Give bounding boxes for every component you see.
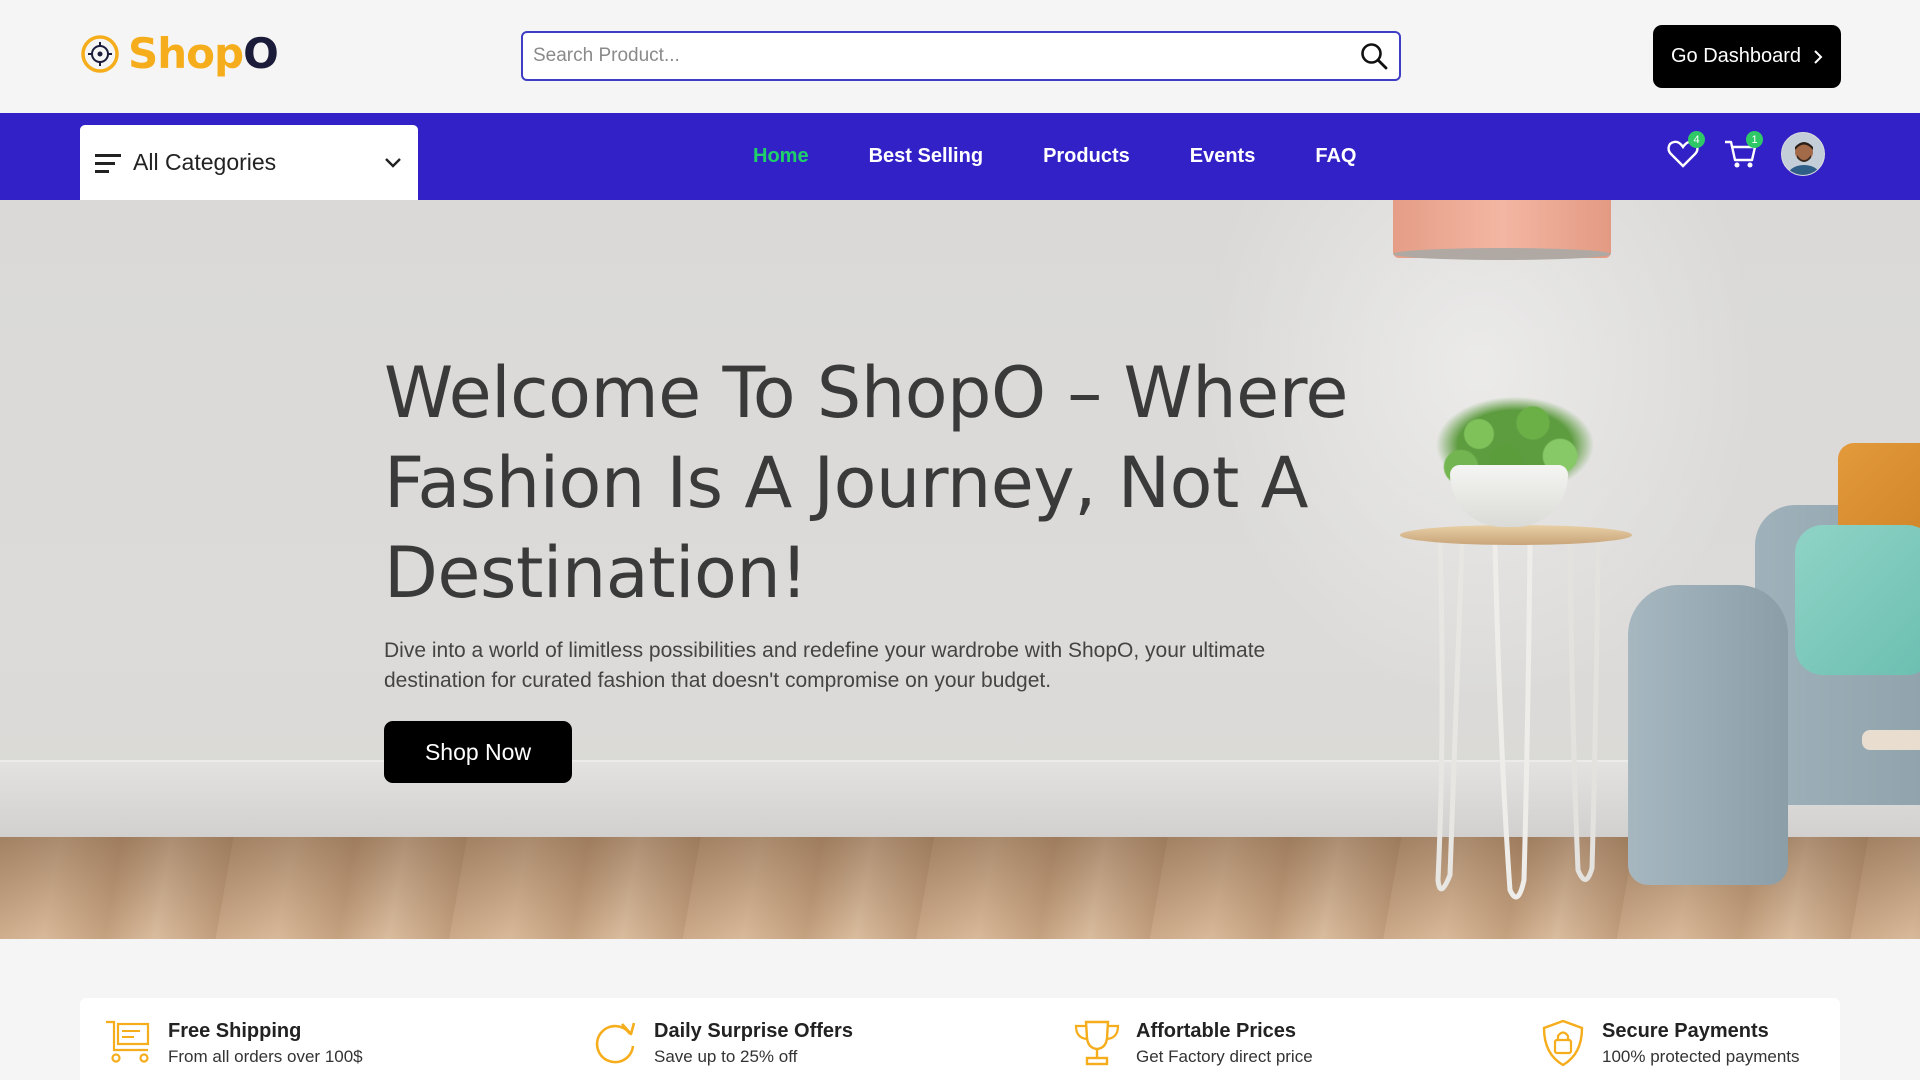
- feature-title: Daily Surprise Offers: [654, 1020, 853, 1042]
- nav-link-best-selling[interactable]: Best Selling: [869, 145, 983, 168]
- logo-text-main: Shop: [128, 29, 244, 78]
- nav-link-events[interactable]: Events: [1190, 145, 1256, 168]
- go-dashboard-button[interactable]: Go Dashboard: [1653, 25, 1841, 88]
- search-button[interactable]: [1349, 33, 1399, 79]
- hero-title: Welcome To ShopO – Where Fashion Is A Jo…: [384, 352, 1349, 614]
- search-bar: [521, 31, 1401, 81]
- all-categories-dropdown[interactable]: All Categories: [80, 125, 418, 200]
- sofa-arm: [1628, 585, 1788, 885]
- shop-now-button[interactable]: Shop Now: [384, 721, 572, 783]
- nav-icons: 4 1: [1665, 131, 1825, 176]
- logo[interactable]: ShopO: [80, 29, 279, 78]
- feature-free-shipping: Free Shipping From all orders over 100$: [104, 1018, 363, 1070]
- menu-icon: [95, 153, 121, 173]
- feature-affortable-prices: Affortable Prices Get Factory direct pri…: [1072, 1018, 1313, 1070]
- side-table-top: [1400, 525, 1632, 545]
- small-side-table: [1862, 730, 1920, 750]
- main-navbar: All Categories Home Best Selling Product…: [0, 113, 1920, 200]
- top-header: ShopO Go Dashboard: [0, 0, 1920, 113]
- feature-title: Secure Payments: [1602, 1020, 1769, 1042]
- search-icon: [1361, 43, 1388, 70]
- all-categories-label: All Categories: [133, 149, 277, 175]
- refresh-icon: [595, 1022, 636, 1064]
- wishlist-button[interactable]: 4: [1665, 131, 1705, 172]
- nav-links: Home Best Selling Products Events FAQ: [753, 113, 1416, 200]
- search-input[interactable]: [523, 33, 1349, 79]
- feature-subtitle: Get Factory direct price: [1136, 1047, 1313, 1066]
- wishlist-count-badge: 4: [1688, 131, 1705, 148]
- cart-button[interactable]: 1: [1723, 131, 1763, 172]
- feature-title: Affortable Prices: [1136, 1020, 1297, 1042]
- logo-text: ShopO: [128, 29, 279, 78]
- hero-subtitle: Dive into a world of limitless possibili…: [384, 639, 1266, 692]
- feature-subtitle: From all orders over 100$: [168, 1047, 363, 1066]
- trophy-icon: [1074, 1020, 1120, 1066]
- feature-title: Free Shipping: [168, 1020, 302, 1042]
- cart-icon: [106, 1020, 150, 1063]
- feature-daily-offers: Daily Surprise Offers Save up to 25% off: [590, 1018, 853, 1070]
- nav-link-products[interactable]: Products: [1043, 145, 1130, 168]
- go-dashboard-label: Go Dashboard: [1670, 45, 1802, 67]
- side-table-legs: [1435, 539, 1601, 900]
- nav-link-faq[interactable]: FAQ: [1315, 145, 1356, 168]
- feature-secure-payments: Secure Payments 100% protected payments: [1538, 1018, 1800, 1070]
- hero-banner: Welcome To ShopO – Where Fashion Is A Jo…: [0, 200, 1920, 939]
- chevron-down-icon: [385, 157, 401, 168]
- user-photo-icon: [1782, 133, 1824, 175]
- cart-count-badge: 1: [1746, 131, 1763, 148]
- features-strip: Free Shipping From all orders over 100$ …: [80, 998, 1840, 1080]
- feature-subtitle: 100% protected payments: [1602, 1047, 1800, 1066]
- chevron-right-icon: [1814, 49, 1823, 64]
- pendant-lamp-rim: [1393, 248, 1611, 260]
- user-avatar[interactable]: [1781, 132, 1825, 176]
- teal-pillow: [1795, 525, 1920, 675]
- shield-lock-icon: [1542, 1019, 1584, 1067]
- feature-subtitle: Save up to 25% off: [654, 1047, 798, 1066]
- nav-link-home[interactable]: Home: [753, 145, 809, 168]
- logo-text-end: O: [243, 29, 279, 78]
- target-logo-icon: [81, 35, 119, 73]
